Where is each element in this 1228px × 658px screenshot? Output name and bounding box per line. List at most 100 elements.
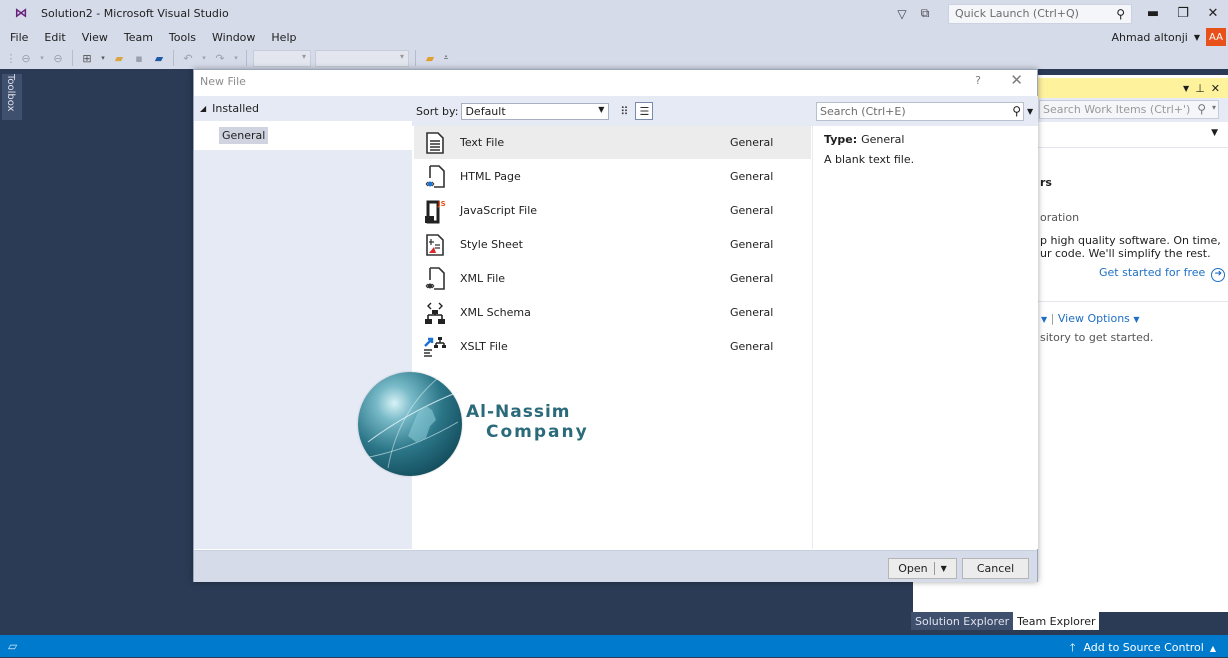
template-name: Style Sheet [460,238,523,251]
template-name: XML File [460,272,506,285]
chevron-down-icon[interactable]: ▼ [1194,33,1200,42]
grip-icon[interactable]: ⋮ [6,50,17,66]
template-name: Text File [460,136,505,149]
tab-team-explorer[interactable]: Team Explorer [1013,612,1100,630]
globe-icon [358,372,462,476]
watermark-line1: Al-Nassim [466,402,571,422]
template-category: General [730,272,774,285]
menu-edit[interactable]: Edit [36,31,73,44]
close-icon[interactable]: ✕ [1211,82,1220,95]
sort-by-select[interactable]: Default ▼ [461,102,610,120]
account-area[interactable]: Ahmad altonji ▼ AA [1111,27,1228,47]
chevron-down-icon[interactable]: ▼ [941,564,947,573]
template-description: A blank text file. [824,153,915,166]
search-work-items-input[interactable]: Search Work Items (Ctrl+') ⚲ ▾ [1039,100,1219,119]
search-icon[interactable]: ⚲ [1012,104,1021,118]
save-all-icon[interactable]: ▰ [151,50,167,66]
notification-icon[interactable]: ▱ [8,639,17,653]
tree-node-installed-label[interactable]: Installed [212,102,259,115]
redo-icon[interactable]: ↷ [212,50,228,66]
chevron-down-icon[interactable]: ▾ [38,50,46,66]
toolbar-overflow-icon[interactable]: ⩡ [442,50,450,66]
sort-by-value: Default [465,104,506,118]
section-heading: rs [1040,176,1052,189]
bottom-tool-tabs: Solution Explorer Team Explorer [911,612,1100,630]
template-search-input[interactable]: Search (Ctrl+E) ⚲ [816,101,1024,121]
pin-icon[interactable]: ⊥ [1195,82,1205,95]
type-label: Type: [824,133,858,146]
toolbox-label[interactable]: Toolbox [5,74,16,112]
open-folder-icon[interactable]: ▰ [111,50,127,66]
list-view-button[interactable]: ☰ [635,102,654,120]
chevron-down-icon[interactable]: ▼ [1027,107,1033,116]
minimize-button[interactable]: ▬ [1138,6,1168,21]
sort-bar: Sort by: Default ▼ ⠿ ☰ [412,96,812,126]
new-project-icon[interactable]: ⊞ [79,50,95,66]
template-category: General [730,204,774,217]
template-row-xml-file[interactable]: XML File General [414,262,811,295]
menu-file[interactable]: File [0,31,36,44]
chevron-down-icon[interactable]: ▼ [1133,315,1139,324]
menu-team[interactable]: Team [116,31,161,44]
tab-solution-explorer[interactable]: Solution Explorer [911,612,1014,630]
menu-view[interactable]: View [74,31,116,44]
template-name: XML Schema [460,306,531,319]
template-row-html-page[interactable]: HTML Page General [414,160,811,193]
feedback-icon[interactable]: ⧉ [912,6,938,21]
xslt-file-icon [422,334,448,360]
chevron-down-icon[interactable]: ▾ [232,50,240,66]
menu-help[interactable]: Help [263,31,304,44]
tree-node-general-label[interactable]: General [219,127,269,144]
quick-launch-input[interactable]: Quick Launch (Ctrl+Q) ⚲ [948,3,1132,24]
template-name: XSLT File [460,340,508,353]
tree-node-general[interactable]: General [194,121,412,150]
undo-icon[interactable]: ↶ [180,50,196,66]
back-icon[interactable]: ⊖ [18,50,34,66]
get-started-label[interactable]: Get started for free [1099,266,1205,279]
html-page-icon [422,164,448,190]
search-icon: ⚲ [1116,6,1125,21]
chevron-up-icon[interactable]: ▲ [1210,644,1216,653]
get-started-link[interactable]: Get started for free ➜ [1099,266,1226,282]
template-row-xml-schema[interactable]: XML Schema General [414,296,811,329]
arrow-right-circle-icon[interactable]: ➜ [1211,268,1226,282]
find-in-files-icon[interactable]: ▰ [422,50,438,66]
view-options-link[interactable]: View Options [1058,312,1130,325]
template-row-style-sheet[interactable]: Style Sheet General [414,228,811,261]
open-button-label[interactable]: Open [898,562,927,575]
chevron-down-icon[interactable]: ▼ [1041,315,1047,324]
chevron-down-icon: ▼ [598,104,605,114]
expand-triangle-icon[interactable]: ◢ [200,104,206,113]
tree-node-installed[interactable]: ◢ Installed [194,96,412,120]
forward-icon[interactable]: ⊖ [50,50,66,66]
close-button[interactable]: ✕ [1198,6,1228,21]
menu-tools[interactable]: Tools [161,31,204,44]
chevron-down-icon[interactable]: ▼ [1211,128,1218,138]
add-to-source-control-label[interactable]: Add to Source Control [1083,641,1203,654]
dialog-title: New File [200,75,246,88]
save-icon[interactable]: ▪ [131,50,147,66]
help-button[interactable]: ? [975,74,981,87]
add-to-source-control-button[interactable]: 🡑 Add to Source Control ▲ [1070,639,1216,658]
small-icons-view-button[interactable]: ⠿ [615,102,633,120]
solution-configuration-combo[interactable] [253,49,311,67]
account-name[interactable]: Ahmad altonji [1111,31,1187,44]
menu-window[interactable]: Window [204,31,263,44]
solution-platform-combo[interactable] [315,49,409,67]
template-row-text-file[interactable]: Text File General [414,126,811,159]
dialog-close-button[interactable]: ✕ [1010,71,1023,89]
template-list: Text File General HTML Page General JS J… [413,126,812,549]
visual-studio-logo-icon: ⋈ [14,6,28,21]
restore-button[interactable]: ❐ [1168,6,1198,21]
filter-icon[interactable]: ▽ [892,7,912,21]
open-button[interactable]: Open ▼ [888,558,957,579]
template-row-javascript-file[interactable]: JS JavaScript File General [414,194,811,227]
chevron-down-icon[interactable]: ▾ [99,50,107,66]
chevron-down-icon[interactable]: ▾ [1212,103,1216,112]
template-row-xslt-file[interactable]: XSLT File General [414,330,811,363]
chevron-down-icon[interactable]: ▾ [200,50,208,66]
avatar[interactable]: AA [1206,28,1226,46]
cancel-button[interactable]: Cancel [962,558,1029,579]
chevron-down-icon[interactable]: ▼ [1183,84,1189,93]
promo-text-line1: p high quality software. On time, [1040,234,1221,247]
